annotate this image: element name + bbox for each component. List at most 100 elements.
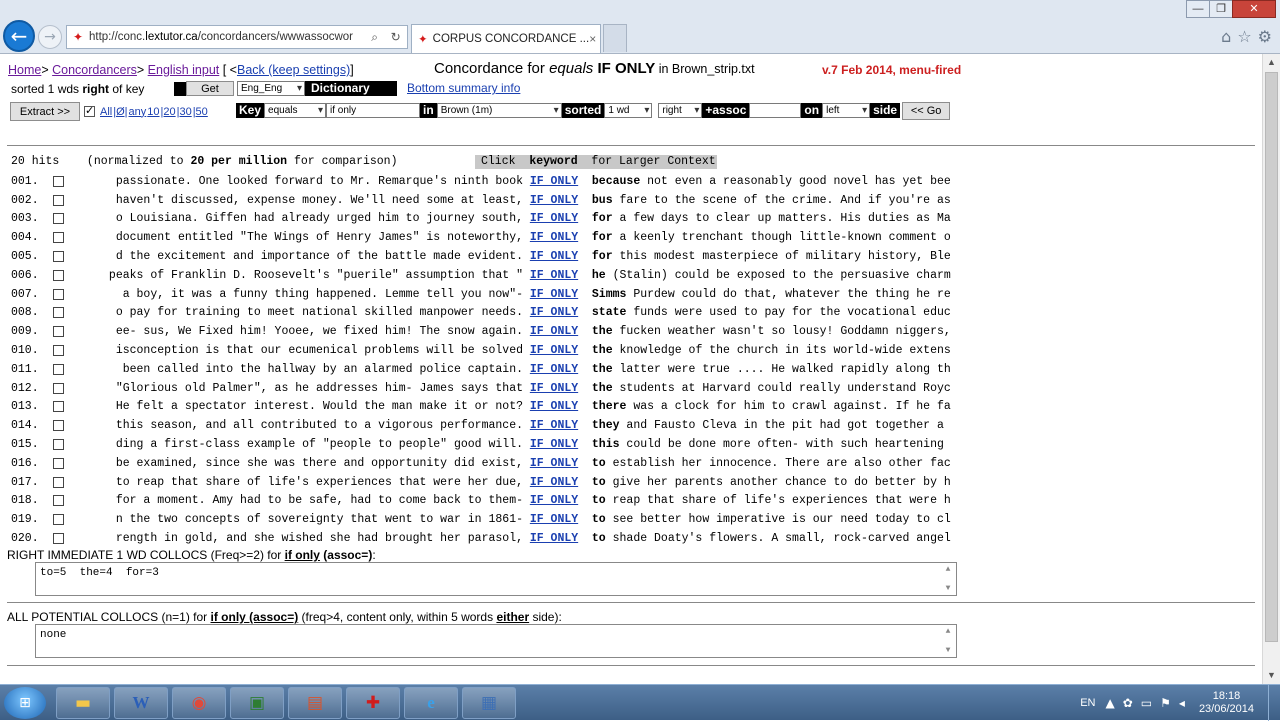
line-checkbox[interactable] xyxy=(53,345,64,357)
taskbar-monitor[interactable]: ▣ xyxy=(230,687,284,719)
sort-width-select[interactable]: 1 wd xyxy=(604,103,653,118)
refresh-icon[interactable]: ↻ xyxy=(391,30,401,45)
extract-checkbox[interactable] xyxy=(84,104,95,117)
keyword-link[interactable]: IF ONLY xyxy=(523,382,585,395)
keyword-link[interactable]: IF ONLY xyxy=(523,175,585,188)
line-checkbox[interactable] xyxy=(53,213,64,225)
line-checkbox[interactable] xyxy=(53,307,64,319)
line-checkbox[interactable] xyxy=(53,175,64,187)
forward-button[interactable]: → xyxy=(38,25,62,49)
taskbar-ie[interactable]: e xyxy=(404,687,458,719)
keyword-link[interactable]: IF ONLY xyxy=(523,494,585,507)
keyword-link[interactable]: IF ONLY xyxy=(523,269,585,282)
line-checkbox[interactable] xyxy=(53,382,64,394)
key-input[interactable]: if only xyxy=(326,103,421,118)
line-checkbox[interactable] xyxy=(53,514,64,526)
line-checkbox[interactable] xyxy=(53,363,64,375)
settings-gear-icon[interactable]: ⚙ xyxy=(1258,27,1272,46)
amount-link-zero[interactable]: |Ø| xyxy=(113,106,127,118)
amount-link-any[interactable]: any xyxy=(129,106,147,118)
assoc-input[interactable] xyxy=(749,103,802,118)
amount-link-20[interactable]: |20 xyxy=(161,106,176,118)
key-select[interactable]: equals xyxy=(264,103,327,118)
keyword-link[interactable]: IF ONLY xyxy=(523,419,585,432)
line-checkbox[interactable] xyxy=(53,495,64,507)
flag-icon[interactable]: ⚑ xyxy=(1160,696,1171,710)
taskbar-chrome[interactable]: ◉ xyxy=(172,687,226,719)
search-icon[interactable]: ⌕ xyxy=(371,30,378,45)
favorites-star-icon[interactable]: ☆ xyxy=(1237,27,1251,46)
home-icon[interactable]: ⌂ xyxy=(1221,27,1231,46)
tab-close-icon[interactable]: × xyxy=(589,32,600,46)
line-checkbox[interactable] xyxy=(53,401,64,413)
taskbar-acrobat[interactable]: ✚ xyxy=(346,687,400,719)
show-desktop-button[interactable] xyxy=(1268,685,1280,721)
amount-link-30[interactable]: |30 xyxy=(177,106,192,118)
address-bar[interactable]: ✦ http://conc.lextutor.ca/concordancers/… xyxy=(66,25,408,49)
amount-link-all[interactable]: All xyxy=(100,106,112,118)
tray-app-icon[interactable]: ✿ xyxy=(1123,696,1133,710)
network-icon[interactable]: ▭ xyxy=(1141,696,1152,710)
minimize-button[interactable]: — xyxy=(1186,0,1210,18)
line-checkbox[interactable] xyxy=(53,232,64,244)
close-window-button[interactable]: ✕ xyxy=(1232,0,1276,18)
line-checkbox[interactable] xyxy=(53,439,64,451)
extract-button[interactable]: Extract >> xyxy=(10,102,80,121)
keyword-link[interactable]: IF ONLY xyxy=(523,457,585,470)
start-button[interactable]: ⊞ xyxy=(4,687,46,719)
clock[interactable]: 18:18 23/06/2014 xyxy=(1199,690,1254,716)
keyword-link[interactable]: IF ONLY xyxy=(523,250,585,263)
keyword-link[interactable]: IF ONLY xyxy=(523,306,585,319)
concordancers-link[interactable]: Concordancers xyxy=(52,63,137,77)
keyword-link[interactable]: IF ONLY xyxy=(523,400,585,413)
tab-corpus-concordance[interactable]: ✦ CORPUS CONCORDANCE ... × xyxy=(411,24,601,53)
line-checkbox[interactable] xyxy=(53,326,64,338)
english-input-link[interactable]: English input xyxy=(148,63,220,77)
dictionary-select[interactable]: Eng_Eng xyxy=(237,81,305,96)
line-checkbox[interactable] xyxy=(53,269,64,281)
tray-expand-icon[interactable]: ▲ xyxy=(1106,696,1115,710)
keyword-link[interactable]: IF ONLY xyxy=(523,231,585,244)
line-checkbox[interactable] xyxy=(53,533,64,545)
line-checkbox[interactable] xyxy=(53,288,64,300)
keyword-link[interactable]: IF ONLY xyxy=(523,532,585,545)
home-link[interactable]: Home xyxy=(8,63,41,77)
textarea-scrollbar[interactable]: ▲ ▼ xyxy=(942,627,954,655)
keyword-link[interactable]: IF ONLY xyxy=(523,438,585,451)
keyword-link[interactable]: IF ONLY xyxy=(523,476,585,489)
get-button[interactable]: Get xyxy=(186,81,234,96)
on-side-select[interactable]: left xyxy=(822,103,871,118)
back-button[interactable]: ← xyxy=(3,20,35,52)
bottom-summary-link[interactable]: Bottom summary info xyxy=(407,81,520,95)
url-text[interactable]: http://conc.lextutor.ca/concordancers/ww… xyxy=(89,31,365,43)
go-button[interactable]: << Go xyxy=(902,101,951,120)
collocs-textarea[interactable]: to=5 the=4 for=3 ▲ ▼ xyxy=(35,562,957,596)
keyword-link[interactable]: IF ONLY xyxy=(523,212,585,225)
volume-icon[interactable]: ◂ xyxy=(1179,696,1185,710)
scroll-up-icon[interactable]: ▲ xyxy=(1263,54,1280,71)
corpus-select[interactable]: Brown (1m) xyxy=(436,103,562,118)
taskbar-word[interactable]: W xyxy=(114,687,168,719)
line-checkbox[interactable] xyxy=(53,457,64,469)
taskbar-video[interactable]: ▦ xyxy=(462,687,516,719)
potential-collocs-textarea[interactable]: none ▲ ▼ xyxy=(35,624,957,658)
back-keep-settings-link[interactable]: Back (keep settings) xyxy=(237,63,350,77)
line-checkbox[interactable] xyxy=(53,194,64,206)
line-checkbox[interactable] xyxy=(53,420,64,432)
language-indicator[interactable]: EN xyxy=(1080,697,1095,709)
sort-side-select[interactable]: right xyxy=(658,103,703,118)
maximize-button[interactable]: ❐ xyxy=(1209,0,1233,18)
scrollbar-thumb[interactable] xyxy=(1265,72,1278,642)
keyword-link[interactable]: IF ONLY xyxy=(523,288,585,301)
scroll-down-icon[interactable]: ▼ xyxy=(1263,667,1280,684)
line-checkbox[interactable] xyxy=(53,476,64,488)
new-tab-button[interactable] xyxy=(603,24,627,52)
page-scrollbar[interactable]: ▲ ▼ xyxy=(1262,54,1280,684)
keyword-link[interactable]: IF ONLY xyxy=(523,194,585,207)
textarea-scrollbar[interactable]: ▲ ▼ xyxy=(942,565,954,593)
taskbar-explorer[interactable]: ▬ xyxy=(56,687,110,719)
taskbar-powerpoint[interactable]: ▤ xyxy=(288,687,342,719)
line-checkbox[interactable] xyxy=(53,251,64,263)
keyword-link[interactable]: IF ONLY xyxy=(523,513,585,526)
keyword-link[interactable]: IF ONLY xyxy=(523,344,585,357)
